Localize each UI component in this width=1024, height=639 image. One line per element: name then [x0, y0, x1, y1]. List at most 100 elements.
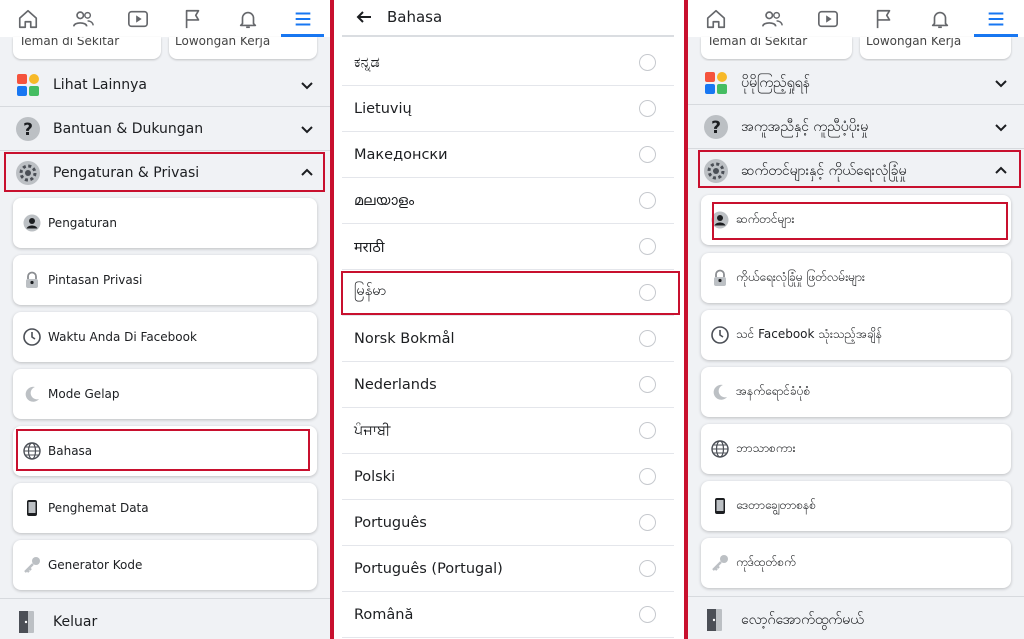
peek-card-jobs[interactable]: Lowongan Kerja	[169, 37, 317, 59]
radio-button[interactable]	[639, 514, 656, 531]
card-data-saver[interactable]: Penghemat Data	[13, 483, 317, 533]
radio-button[interactable]	[639, 376, 656, 393]
radio-button[interactable]	[639, 330, 656, 347]
settings-privacy-section[interactable]: Pengaturan & Privasi	[0, 151, 330, 195]
see-more-section[interactable]: ပိုမိုကြည့်ရှုရန်	[688, 61, 1024, 105]
settings-privacy-section[interactable]: ဆက်တင်များနှင့် ကိုယ်ရေးလုံခြုံမှု	[688, 149, 1024, 193]
radio-button[interactable]	[639, 560, 656, 577]
nav-pages[interactable]	[165, 0, 220, 37]
logout-door-icon	[19, 611, 34, 633]
help-question-icon: ?	[16, 117, 40, 141]
language-option[interactable]: Македонски	[342, 132, 674, 178]
peek-card-jobs[interactable]: Lowongan Kerja	[860, 37, 1011, 59]
radio-button[interactable]	[639, 468, 656, 485]
logout-row[interactable]: လော့ဂ်အောက်ထွက်မယ်	[688, 598, 1024, 639]
nav-notifications[interactable]	[912, 0, 968, 37]
nav-menu[interactable]	[968, 0, 1024, 37]
clock-icon	[23, 328, 41, 346]
see-more-section[interactable]: Lihat Lainnya	[0, 63, 330, 107]
friends-icon	[72, 10, 94, 27]
peek-card-nearby[interactable]: Teman di Sekitar	[701, 37, 852, 59]
radio-button[interactable]	[639, 422, 656, 439]
radio-button[interactable]	[639, 238, 656, 255]
card-label: Pengaturan	[48, 216, 117, 230]
notifications-bell-icon	[239, 11, 256, 28]
card-label: ဘာသာစကား	[736, 441, 796, 455]
key-icon	[712, 555, 728, 571]
language-option[interactable]: मराठी	[342, 224, 674, 270]
card-data-saver[interactable]: ဒေတာချွေတာစနစ်	[701, 481, 1011, 531]
language-name: ಕನ್ನಡ	[354, 54, 380, 71]
card-privacy-shortcuts[interactable]: ကိုယ်ရေးလုံခြုံမှု ဖြတ်လမ်းများ	[701, 253, 1011, 303]
language-name: Português	[354, 514, 427, 531]
card-privacy-shortcuts[interactable]: Pintasan Privasi	[13, 255, 317, 305]
language-option[interactable]: Norsk Bokmål	[342, 316, 674, 362]
language-name: Македонски	[354, 146, 448, 163]
nav-pages[interactable]	[856, 0, 912, 37]
language-option[interactable]: മലയാളം	[342, 178, 674, 224]
language-name: မြန်မာ	[354, 283, 387, 299]
card-language[interactable]: Bahasa	[13, 426, 317, 476]
shortcut-cards-peek: Teman di Sekitar Lowongan Kerja	[701, 37, 1011, 59]
language-option[interactable]: Română	[342, 592, 674, 638]
nav-friends[interactable]	[55, 0, 110, 37]
card-your-time[interactable]: Waktu Anda Di Facebook	[13, 312, 317, 362]
language-list-panel: Bahasa ಕನ್ನಡ Lietuvių Македонски മലയാളം मराठ…	[334, 0, 684, 639]
language-option[interactable]: ಕನ್ನಡ	[342, 40, 674, 86]
card-code-generator[interactable]: Generator Kode	[13, 540, 317, 590]
language-title: Bahasa	[387, 8, 443, 26]
privacy-lock-icon	[26, 271, 38, 288]
help-support-section[interactable]: ? Bantuan & Dukungan	[0, 107, 330, 151]
home-icon	[706, 9, 726, 28]
gear-icon	[704, 159, 728, 183]
card-code-generator[interactable]: ကုဒ်ထုတ်စက်	[701, 538, 1011, 588]
nav-home[interactable]	[688, 0, 744, 37]
back-arrow-icon[interactable]	[356, 9, 372, 25]
menu-icon	[988, 11, 1004, 26]
language-option[interactable]: Português (Portugal)	[342, 546, 674, 592]
language-name: मराठी	[354, 239, 385, 256]
language-option[interactable]: Português	[342, 500, 674, 546]
card-dark-mode[interactable]: Mode Gelap	[13, 369, 317, 419]
language-option[interactable]: Lietuvių	[342, 86, 674, 132]
nav-home[interactable]	[0, 0, 55, 37]
help-support-section[interactable]: ? အကူအညီနှင့် ကူညီပံ့ပိုးမှု	[688, 105, 1024, 149]
language-option[interactable]: မြန်မာ	[342, 270, 674, 316]
nav-watch[interactable]	[800, 0, 856, 37]
card-settings[interactable]: ဆက်တင်များ	[701, 195, 1011, 245]
settings-menu-panel-id: Teman di Sekitar Lowongan Kerja Lihat La…	[0, 0, 330, 639]
card-dark-mode[interactable]: အနက်ရောင်ခံပုံစံ	[701, 367, 1011, 417]
chevron-down-icon	[995, 80, 1007, 88]
language-name: Nederlands	[354, 376, 437, 393]
nav-menu[interactable]	[275, 0, 330, 37]
language-option[interactable]: ਪੰਜਾਬੀ	[342, 408, 674, 454]
radio-button[interactable]	[639, 606, 656, 623]
nav-friends[interactable]	[744, 0, 800, 37]
card-settings[interactable]: Pengaturan	[13, 198, 317, 248]
card-label: သင် Facebook သုံးသည့်အချိန်	[736, 327, 882, 341]
card-label: Waktu Anda Di Facebook	[48, 330, 197, 344]
language-name: Português (Portugal)	[354, 560, 503, 577]
notifications-bell-icon	[931, 11, 949, 28]
nav-watch[interactable]	[110, 0, 165, 37]
settings-privacy-label: Pengaturan & Privasi	[53, 165, 200, 181]
language-option[interactable]: Polski	[342, 454, 674, 500]
see-more-icon	[705, 72, 727, 94]
card-language[interactable]: ဘာသာစကား	[701, 424, 1011, 474]
card-label: ကိုယ်ရေးလုံခြုံမှု ဖြတ်လမ်းများ	[736, 270, 865, 284]
card-label: ဆက်တင်များ	[736, 212, 795, 226]
radio-button[interactable]	[639, 100, 656, 117]
radio-button[interactable]	[639, 284, 656, 301]
card-your-time[interactable]: သင် Facebook သုံးသည့်အချိန်	[701, 310, 1011, 360]
svg-text:?: ?	[23, 120, 33, 140]
privacy-lock-icon	[714, 269, 726, 286]
language-option[interactable]: Nederlands	[342, 362, 674, 408]
radio-button[interactable]	[639, 146, 656, 163]
language-header: Bahasa	[334, 0, 684, 34]
help-question-icon: ?	[704, 115, 728, 139]
radio-button[interactable]	[639, 54, 656, 71]
nav-notifications[interactable]	[220, 0, 275, 37]
logout-row[interactable]: Keluar	[0, 600, 330, 639]
radio-button[interactable]	[639, 192, 656, 209]
peek-card-nearby[interactable]: Teman di Sekitar	[13, 37, 161, 59]
